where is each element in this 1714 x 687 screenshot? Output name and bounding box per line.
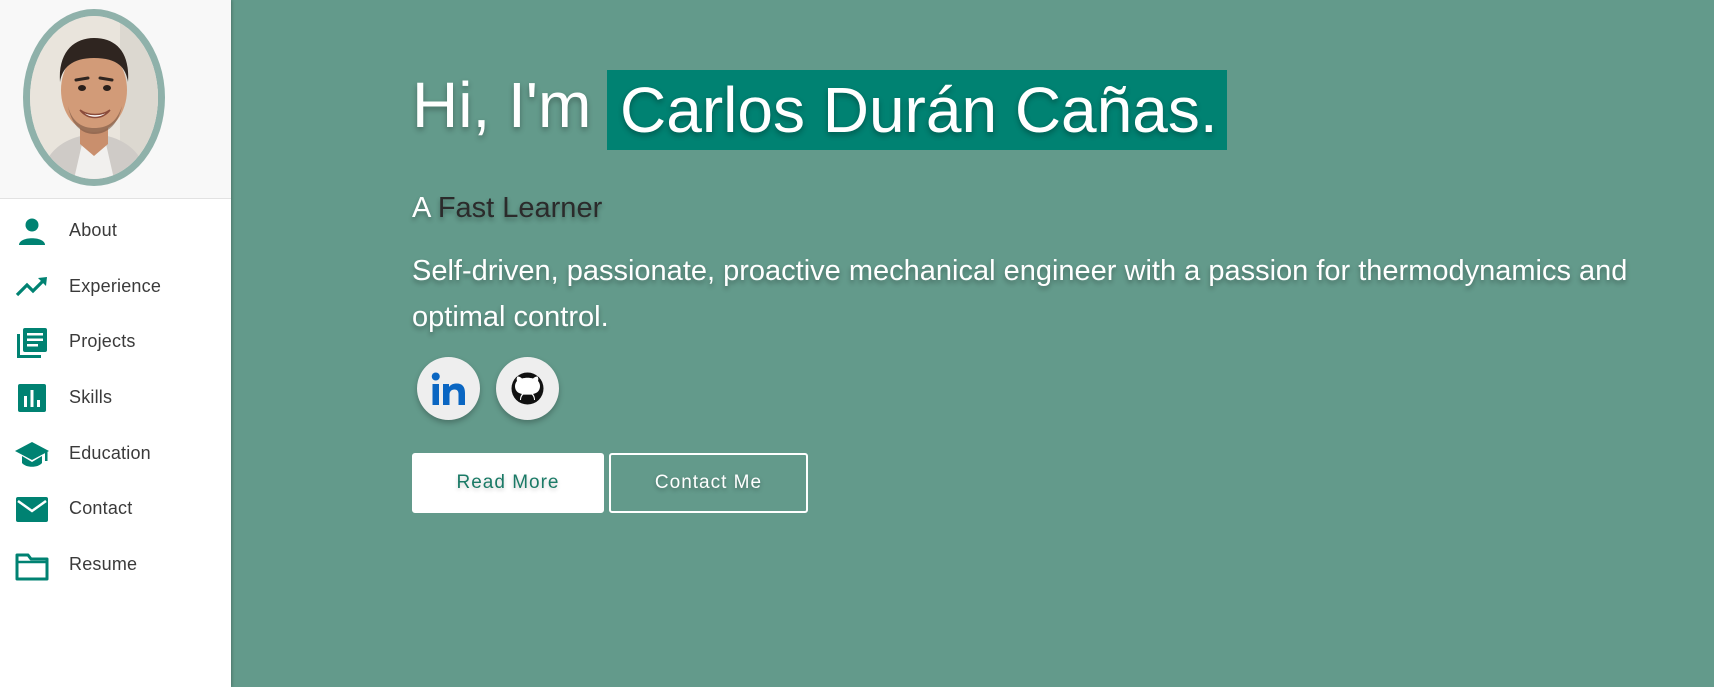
sidebar-item-label: Skills: [69, 387, 113, 407]
linkedin-link[interactable]: [417, 357, 480, 420]
mail-icon: [15, 495, 49, 525]
tagline-role: Fast Learner: [437, 192, 603, 224]
page: About Experience Projects Skills Educati…: [0, 0, 1714, 687]
sidebar-item-projects[interactable]: Projects: [0, 321, 231, 361]
sidebar-item-label: Education: [69, 443, 151, 463]
hero-description: Self-driven, passionate, proactive mecha…: [412, 255, 1628, 333]
github-link[interactable]: [496, 357, 559, 420]
sidebar-item-skills[interactable]: Skills: [0, 377, 231, 417]
profile-header: [0, 0, 231, 199]
library-books-icon: [15, 328, 49, 358]
contact-me-button[interactable]: Contact Me: [609, 453, 808, 513]
school-icon: [15, 440, 49, 470]
avatar-frame: [23, 9, 165, 186]
sidebar-item-label: About: [69, 220, 118, 240]
folder-icon: [15, 551, 49, 581]
sidebar-item-experience[interactable]: Experience: [0, 266, 231, 306]
sidebar-item-label: Projects: [69, 331, 136, 351]
greeting-text: Hi, I'm: [412, 69, 592, 141]
bar-chart-icon: [15, 384, 49, 414]
tagline-prefix: A: [412, 192, 430, 224]
sidebar-item-about[interactable]: About: [0, 210, 231, 250]
linkedin-icon: [431, 372, 465, 405]
tagline: A Fast Learner: [412, 192, 602, 225]
sidebar-item-label: Resume: [69, 554, 138, 574]
person-icon: [15, 217, 49, 247]
trending-up-icon: [15, 273, 49, 303]
github-icon: [511, 372, 544, 405]
sidebar-item-label: Experience: [69, 276, 162, 296]
hero-name: Carlos Durán Cañas.: [620, 74, 1218, 146]
sidebar-item-contact[interactable]: Contact: [0, 488, 231, 528]
sidebar-item-education[interactable]: Education: [0, 433, 231, 473]
read-more-button[interactable]: Read More: [412, 453, 604, 513]
sidebar: About Experience Projects Skills Educati…: [0, 0, 231, 687]
avatar: [30, 16, 158, 179]
sidebar-item-resume[interactable]: Resume: [0, 544, 231, 584]
sidebar-item-label: Contact: [69, 498, 133, 518]
